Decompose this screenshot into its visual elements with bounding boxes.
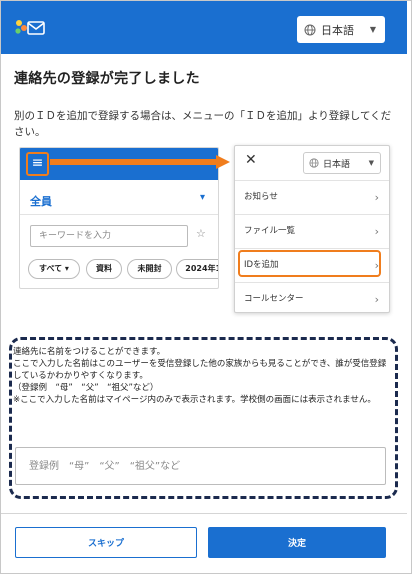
name-note-text: 連絡先に名前をつけることができます。 ここで入力した名前はこのユーザーを受信登録… xyxy=(13,346,393,406)
menu-item-label: コールセンター xyxy=(244,294,304,304)
contact-name-input[interactable] xyxy=(15,447,386,485)
footer-divider xyxy=(1,513,407,514)
note-line: （登録例 “母” “父” “祖父”など） xyxy=(13,383,159,393)
chevron-down-icon: ▾ xyxy=(200,192,206,203)
app-logo-icon xyxy=(15,20,45,35)
illustration-highlight-add-id xyxy=(238,250,381,277)
menu-item-label: お知らせ xyxy=(244,192,278,202)
page-title: 連絡先の登録が完了しました xyxy=(14,71,200,87)
app-header: 日本語 ▼ xyxy=(1,1,407,54)
confirm-button[interactable]: 決定 xyxy=(208,527,386,558)
caret-down-icon: ▼ xyxy=(368,159,374,167)
note-line: ここで入力した名前はこのユーザーを受信登録した他の家族からも見ることができ、誰が… xyxy=(13,359,387,381)
close-icon: ✕ xyxy=(245,152,257,168)
menu-item-label: ファイル一覧 xyxy=(244,226,296,236)
chevron-right-icon: › xyxy=(374,293,379,306)
language-selector[interactable]: 日本語 ▼ xyxy=(297,16,385,43)
illustration-menu-item-call-center: コールセンター › xyxy=(235,282,389,312)
illustration-group-label: 全員 xyxy=(30,195,52,208)
hamburger-menu-icon: ≡ xyxy=(26,152,49,176)
divider xyxy=(20,214,218,215)
globe-icon xyxy=(304,24,316,35)
note-line: ※ここで入力した名前はマイページ内のみで表示されます。学校側の画面には表示されま… xyxy=(13,395,376,405)
chevron-right-icon: › xyxy=(374,191,379,204)
illustration-language-label: 日本語 xyxy=(323,159,351,170)
arrow-right-icon xyxy=(50,155,230,169)
language-label: 日本語 xyxy=(321,23,354,37)
illustration-chip-all: すべて ▾ xyxy=(28,259,80,279)
note-line: 連絡先に名前をつけることができます。 xyxy=(13,347,166,357)
illustration-menu-panel: ✕ 日本語 ▼ お知らせ › ファイル一覧 › IDを追加 › コールセンター … xyxy=(234,145,390,313)
illustration-chip-documents: 資料 xyxy=(86,259,122,279)
illustration-menu-item-files: ファイル一覧 › xyxy=(235,214,389,248)
skip-button[interactable]: スキップ xyxy=(15,527,197,558)
globe-icon xyxy=(309,158,319,168)
illustration-language-selector: 日本語 ▼ xyxy=(303,152,381,174)
illustration-chip-unopened: 未開封 xyxy=(127,259,172,279)
page-description: 別のＩＤを追加で登録する場合は、メニューの「ＩＤを追加」より登録してください。 xyxy=(14,110,392,138)
star-icon: ☆ xyxy=(196,227,206,240)
illustration-chip-date: 2024年11 xyxy=(176,259,218,279)
caret-down-icon: ▼ xyxy=(369,25,376,34)
chevron-right-icon: › xyxy=(374,225,379,238)
illustration-search-field: キーワードを入力 xyxy=(30,225,188,247)
illustration-menu-item-news: お知らせ › xyxy=(235,180,389,214)
